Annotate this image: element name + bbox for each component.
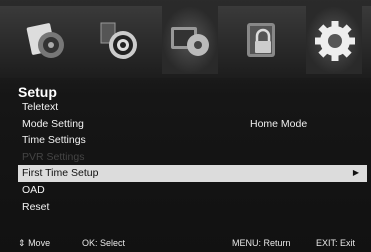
setup-menu-list: Teletext Mode Setting Home Mode Time Set… <box>0 99 371 215</box>
channel-icon[interactable] <box>162 6 218 74</box>
tv-menu-screen: Setup Teletext Mode Setting Home Mode Ti… <box>0 0 371 252</box>
menu-icon-bar <box>0 6 371 78</box>
menu-item-oad[interactable]: OAD <box>0 182 371 199</box>
picture-icon[interactable] <box>18 6 74 74</box>
menu-item-label: Mode Setting <box>22 117 84 130</box>
chevron-right-icon: ▶ <box>352 168 359 178</box>
mode-setting-value: Home Mode <box>250 117 308 130</box>
menu-item-time-settings[interactable]: Time Settings <box>0 132 371 149</box>
menu-return-hint: MENU: Return <box>232 238 291 248</box>
menu-item-label: Reset <box>22 200 50 213</box>
menu-item-label: Time Settings <box>22 134 86 147</box>
menu-item-mode-setting[interactable]: Mode Setting Home Mode <box>0 116 371 133</box>
lock-icon[interactable] <box>234 6 290 74</box>
setup-gear-icon[interactable] <box>306 6 362 74</box>
menu-item-reset[interactable]: Reset <box>0 199 371 216</box>
up-down-arrow-icon: ⇕ <box>18 238 26 248</box>
menu-item-label: First Time Setup <box>22 167 99 180</box>
menu-item-first-time-setup[interactable]: First Time Setup ▶ <box>18 165 367 182</box>
menu-item-teletext[interactable]: Teletext <box>0 99 371 116</box>
menu-item-label: OAD <box>22 183 45 196</box>
exit-hint: EXIT: Exit <box>316 238 356 248</box>
ok-select-hint: OK: Select <box>82 238 126 248</box>
menu-title: Setup <box>18 84 57 100</box>
move-hint: ⇕ Move <box>18 238 51 248</box>
key-hint-bar: ⇕ Move OK: Select MENU: Return EXIT: Exi… <box>0 236 371 250</box>
menu-item-pvr-settings: PVR Settings <box>0 149 371 166</box>
menu-item-label: PVR Settings <box>22 150 85 163</box>
menu-item-label: Teletext <box>22 101 59 113</box>
sound-icon[interactable] <box>90 6 146 74</box>
